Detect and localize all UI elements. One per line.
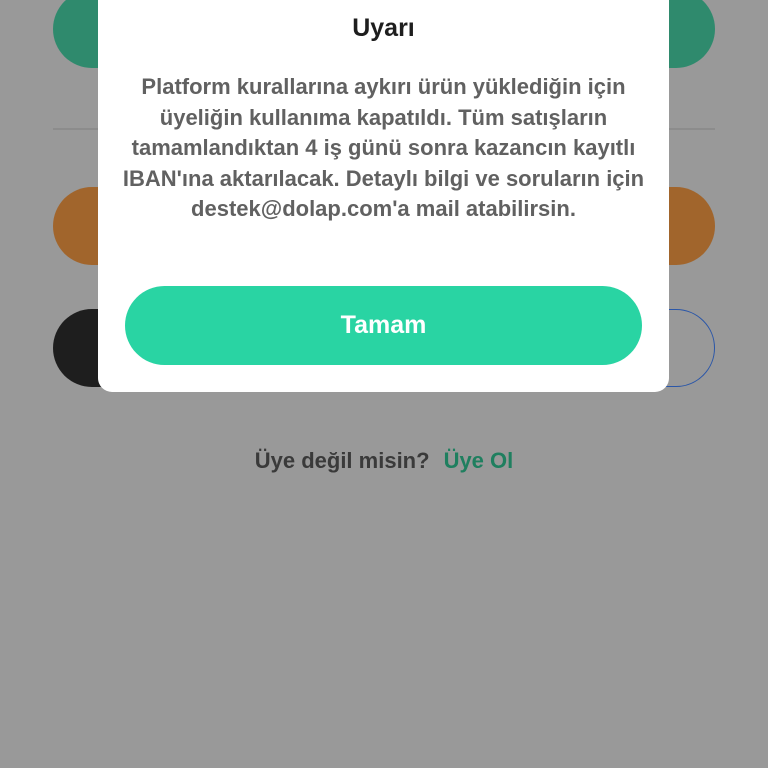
ok-button[interactable]: Tamam — [125, 286, 642, 365]
dialog-message: Platform kurallarına aykırı ürün yükledi… — [122, 74, 645, 221]
signup-link: Üye Ol — [443, 448, 514, 473]
divider-right — [669, 128, 715, 130]
dialog-title: Uyarı — [352, 14, 415, 42]
alert-dialog: Uyarı Platform kurallarına aykırı ürün y… — [98, 0, 669, 392]
login-screen: Üye değil misin? Üye Ol Uyarı Platform k… — [0, 0, 768, 768]
signup-row: Üye değil misin? Üye Ol — [0, 448, 768, 474]
signup-question: Üye değil misin? — [254, 448, 430, 473]
divider-left — [53, 128, 99, 130]
